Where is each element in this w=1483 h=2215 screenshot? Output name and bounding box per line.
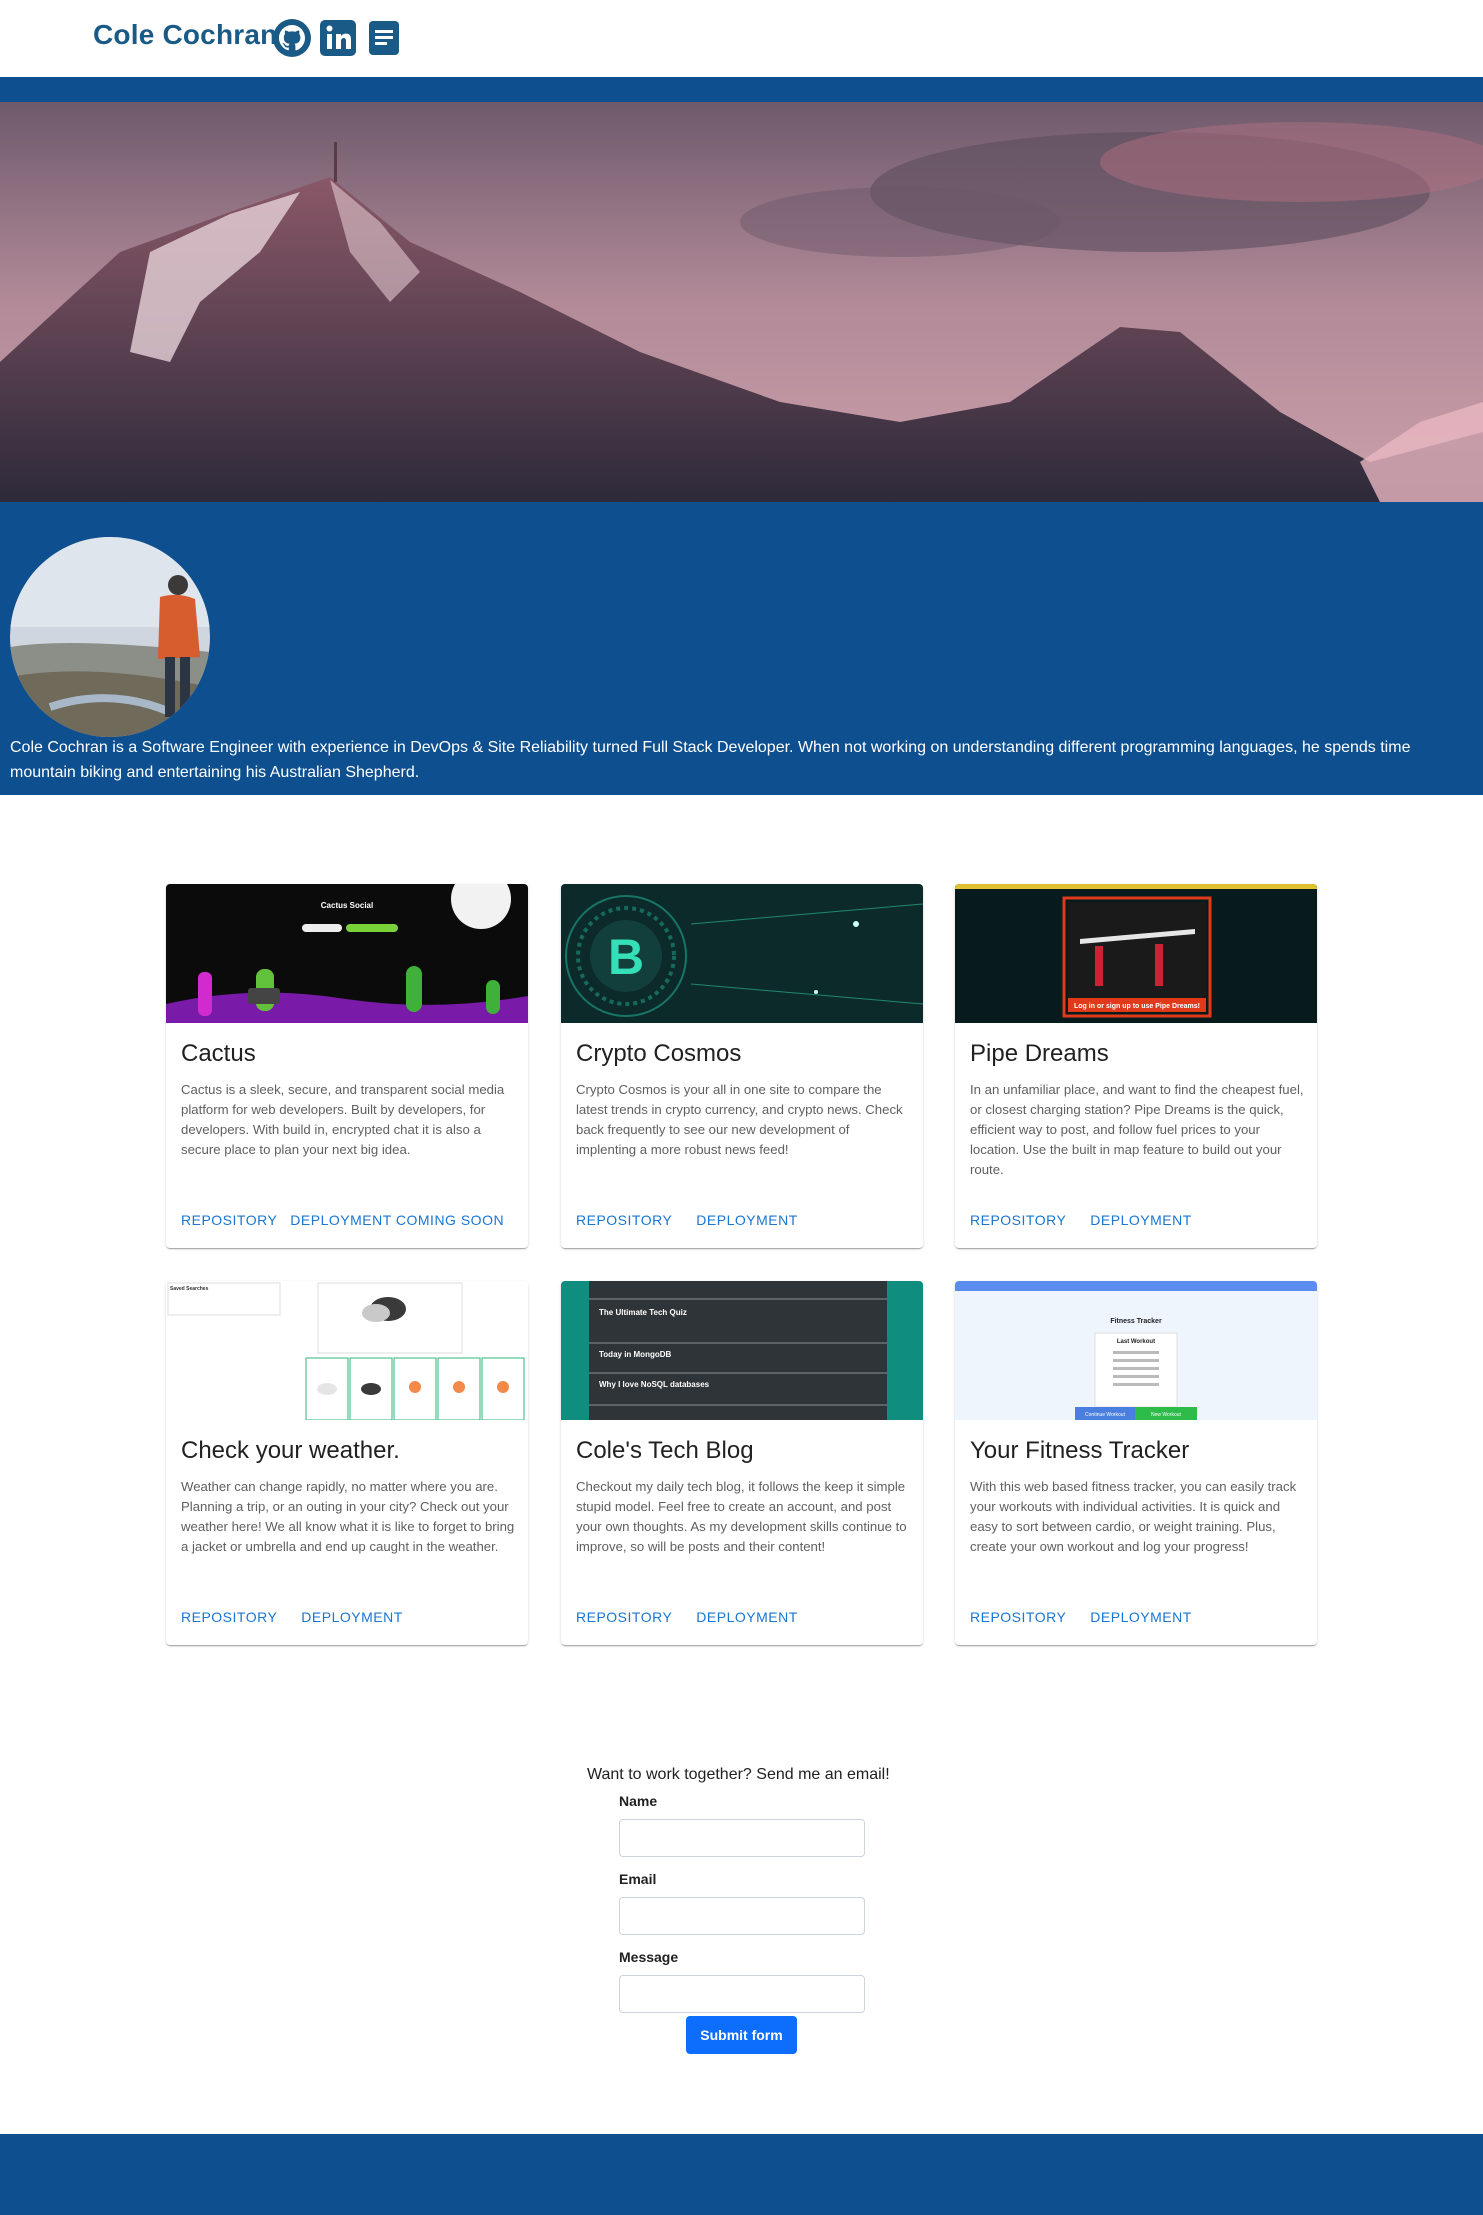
project-card-tech-blog: The Ultimate Tech Quiz Today in MongoDB … [561, 1281, 923, 1645]
deployment-link[interactable]: Deployment [1090, 1609, 1191, 1625]
name-field[interactable] [619, 1819, 865, 1857]
deployment-link[interactable]: Deployment [1090, 1212, 1191, 1228]
site-header: Cole Cochran [0, 0, 1483, 77]
linkedin-icon[interactable] [318, 18, 358, 58]
repository-link[interactable]: Repository [576, 1212, 672, 1228]
svg-text:B: B [608, 929, 644, 985]
deployment-link[interactable]: Deployment [301, 1609, 402, 1625]
repository-link[interactable]: Repository [181, 1212, 277, 1228]
brand-name[interactable]: Cole Cochran [93, 19, 277, 51]
message-label: Message [619, 1949, 679, 1965]
cactus-thumb-title: Cactus Social [321, 901, 373, 910]
card-description: Crypto Cosmos is your all in one site to… [576, 1082, 903, 1157]
fitness-tracker-thumbnail: Fitness Tracker Last Workout Continue Wo… [955, 1281, 1317, 1420]
project-card-weather: Saved Searches Check your weather. Weath… [166, 1281, 528, 1645]
project-card-fitness-tracker: Fitness Tracker Last Workout Continue Wo… [955, 1281, 1317, 1645]
deployment-link[interactable]: Deployment [696, 1609, 797, 1625]
crypto-cosmos-thumbnail: B [561, 884, 923, 1023]
project-card-cactus: Cactus Social Cactus Cactus is a sleek, … [166, 884, 528, 1248]
hero-mountain-image [0, 102, 1483, 502]
blog-thumb-post-3: Why I love NoSQL databases [599, 1380, 710, 1389]
weather-thumbnail: Saved Searches [166, 1281, 528, 1420]
avatar [10, 537, 210, 737]
cactus-thumbnail: Cactus Social [166, 884, 528, 1023]
message-field[interactable] [619, 1975, 865, 2013]
resume-document-icon[interactable] [364, 18, 404, 58]
weather-thumb-saved: Saved Searches [170, 1286, 209, 1292]
fitness-thumb-subtitle: Last Workout [1117, 1339, 1155, 1345]
card-description: Cactus is a sleek, secure, and transpare… [181, 1082, 505, 1157]
card-title: Crypto Cosmos [576, 1040, 742, 1067]
contact-lead-text: Want to work together? Send me an email! [587, 1766, 890, 1783]
project-card-pipe-dreams: Log in or sign up to use Pipe Dreams! Pi… [955, 884, 1317, 1248]
repository-link[interactable]: Repository [970, 1609, 1066, 1625]
email-label: Email [619, 1871, 657, 1887]
deployment-link[interactable]: Deployment [696, 1212, 797, 1228]
card-title: Your Fitness Tracker [970, 1437, 1190, 1464]
card-title: Cactus [181, 1040, 256, 1067]
email-field[interactable] [619, 1897, 865, 1935]
repository-link[interactable]: Repository [970, 1212, 1066, 1228]
repository-link[interactable]: Repository [576, 1609, 672, 1625]
deployment-link[interactable]: Deployment Coming Soon [290, 1212, 504, 1228]
fitness-thumb-title: Fitness Tracker [1110, 1318, 1162, 1325]
tech-blog-thumbnail: The Ultimate Tech Quiz Today in MongoDB … [561, 1281, 923, 1420]
fitness-thumb-new: New Workout [1151, 1412, 1182, 1418]
bio-text: Cole Cochran is a Software Engineer with… [10, 739, 1411, 781]
github-icon[interactable] [272, 18, 312, 58]
card-description: Checkout my daily tech blog, it follows … [576, 1479, 907, 1554]
card-title: Check your weather. [181, 1437, 400, 1464]
card-description: In an unfamiliar place, and want to find… [970, 1082, 1304, 1177]
fitness-thumb-continue: Continue Workout [1085, 1412, 1126, 1418]
submit-form-button[interactable]: Submit form [686, 2016, 797, 2054]
pipe-dreams-thumbnail: Log in or sign up to use Pipe Dreams! [955, 884, 1317, 1023]
card-title: Pipe Dreams [970, 1040, 1109, 1067]
social-links [272, 18, 404, 58]
site-footer [0, 2134, 1483, 2215]
card-title: Cole's Tech Blog [576, 1437, 754, 1464]
blog-thumb-post-2: Today in MongoDB [599, 1350, 672, 1359]
name-label: Name [619, 1793, 658, 1809]
repository-link[interactable]: Repository [181, 1609, 277, 1625]
pipe-dreams-thumb-cta: Log in or sign up to use Pipe Dreams! [1074, 1003, 1200, 1010]
blog-thumb-post-1: The Ultimate Tech Quiz [599, 1308, 687, 1317]
card-description: Weather can change rapidly, no matter wh… [181, 1479, 515, 1554]
card-description: With this web based fitness tracker, you… [970, 1479, 1297, 1554]
project-card-crypto-cosmos: B Crypto Cosmos Crypto Cosmos is your al… [561, 884, 923, 1248]
contact-form: Name Email Message [619, 1793, 865, 2027]
